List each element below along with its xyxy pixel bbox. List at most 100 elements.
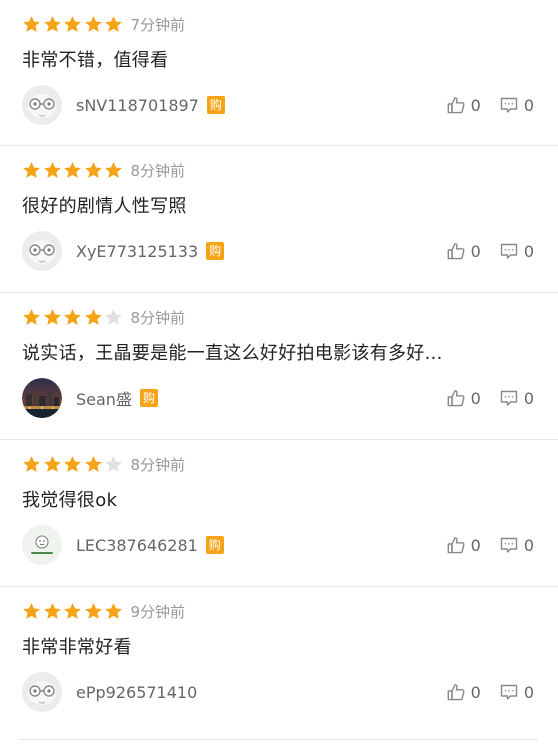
like-button[interactable]: 0 bbox=[446, 95, 481, 115]
like-count: 0 bbox=[470, 682, 481, 702]
review-item: 8分钟前 我觉得很ok LEC387646281 购 0 0 bbox=[0, 440, 558, 587]
star-filled-icon bbox=[64, 15, 81, 32]
star-rating: 7分钟前 bbox=[22, 14, 185, 34]
city-night-avatar-icon bbox=[22, 378, 62, 418]
username[interactable]: sNV118701897 bbox=[76, 96, 199, 115]
star-rating-stars bbox=[22, 161, 125, 180]
review-meta: ePp926571410 0 0 bbox=[22, 672, 534, 712]
comment-button[interactable]: 0 bbox=[499, 241, 534, 261]
comment-button[interactable]: 0 bbox=[499, 95, 534, 115]
like-button[interactable]: 0 bbox=[446, 682, 481, 702]
thumbs-up-icon bbox=[447, 537, 465, 554]
glasses-avatar-icon bbox=[22, 231, 62, 271]
star-filled-icon bbox=[23, 455, 40, 472]
star-rating: 9分钟前 bbox=[22, 601, 185, 621]
list-divider bbox=[20, 739, 538, 740]
avatar[interactable] bbox=[22, 231, 62, 271]
star-filled-icon bbox=[105, 602, 122, 619]
username[interactable]: Sean盛 bbox=[76, 386, 132, 410]
like-count: 0 bbox=[470, 535, 481, 555]
thumbs-up-icon bbox=[447, 390, 465, 407]
username[interactable]: ePp926571410 bbox=[76, 683, 197, 702]
glasses-avatar-icon bbox=[22, 672, 62, 712]
star-filled-icon bbox=[64, 161, 81, 178]
review-item: 8分钟前 说实话，王晶要是能一直这么好好拍电影该有多好... Sean盛 购 0 bbox=[0, 293, 558, 440]
avatar[interactable] bbox=[22, 85, 62, 125]
comment-icon bbox=[500, 97, 518, 113]
review-text: 非常不错，值得看 bbox=[22, 50, 169, 71]
review-time: 7分钟前 bbox=[130, 15, 186, 34]
star-filled-icon bbox=[84, 15, 102, 32]
review-time: 8分钟前 bbox=[130, 161, 186, 180]
review-item: 7分钟前 非常不错，值得看 sNV118701897 购 0 0 bbox=[0, 0, 558, 146]
purchase-badge: 购 bbox=[206, 96, 225, 114]
star-rating-stars bbox=[22, 308, 125, 327]
comment-icon bbox=[500, 684, 518, 700]
review-actions: 0 0 bbox=[428, 535, 534, 555]
star-filled-icon bbox=[64, 308, 81, 325]
star-filled-icon bbox=[105, 15, 122, 32]
review-actions: 0 0 bbox=[428, 388, 534, 408]
review-text: 说实话，王晶要是能一直这么好好拍电影该有多好... bbox=[22, 343, 443, 364]
review-meta: LEC387646281 购 0 0 bbox=[22, 525, 534, 565]
review-text: 非常非常好看 bbox=[22, 637, 132, 658]
review-text: 很好的剧情人性写照 bbox=[22, 196, 187, 217]
review-actions: 0 0 bbox=[428, 682, 534, 702]
avatar[interactable] bbox=[22, 672, 62, 712]
review-item: 9分钟前 非常非常好看 ePp926571410 0 0 bbox=[0, 587, 558, 734]
green-logo-avatar-icon bbox=[22, 525, 62, 565]
review-time: 8分钟前 bbox=[130, 455, 186, 474]
star-rating-stars bbox=[22, 602, 125, 621]
star-filled-icon bbox=[23, 308, 40, 325]
like-button[interactable]: 0 bbox=[446, 388, 481, 408]
review-item: 8分钟前 很好的剧情人性写照 XyE773125133 购 0 0 bbox=[0, 146, 558, 293]
comment-button[interactable]: 0 bbox=[499, 682, 534, 702]
comment-icon bbox=[500, 390, 518, 406]
star-rating: 8分钟前 bbox=[22, 160, 185, 180]
like-button[interactable]: 0 bbox=[446, 535, 481, 555]
star-empty-icon bbox=[105, 308, 122, 325]
review-meta: Sean盛 购 0 0 bbox=[22, 378, 534, 418]
like-count: 0 bbox=[470, 388, 481, 408]
review-time: 8分钟前 bbox=[130, 308, 186, 327]
username[interactable]: LEC387646281 bbox=[76, 536, 198, 555]
star-filled-icon bbox=[43, 308, 61, 325]
like-count: 0 bbox=[470, 241, 481, 261]
like-button[interactable]: 0 bbox=[446, 241, 481, 261]
comment-count: 0 bbox=[523, 682, 534, 702]
username[interactable]: XyE773125133 bbox=[76, 242, 198, 261]
glasses-avatar-icon bbox=[22, 85, 62, 125]
star-filled-icon bbox=[105, 161, 122, 178]
thumbs-up-icon bbox=[447, 243, 465, 260]
review-meta: XyE773125133 购 0 0 bbox=[22, 231, 534, 271]
comment-button[interactable]: 0 bbox=[499, 535, 534, 555]
review-list: 7分钟前 非常不错，值得看 sNV118701897 购 0 0 8分钟前 很好… bbox=[0, 0, 558, 734]
star-rating: 8分钟前 bbox=[22, 307, 185, 327]
star-filled-icon bbox=[43, 15, 61, 32]
comment-count: 0 bbox=[523, 388, 534, 408]
review-text: 我觉得很ok bbox=[22, 490, 118, 511]
purchase-badge: 购 bbox=[139, 389, 158, 407]
purchase-badge: 购 bbox=[206, 242, 225, 260]
thumbs-up-icon bbox=[447, 97, 465, 114]
review-meta: sNV118701897 购 0 0 bbox=[22, 85, 534, 125]
star-filled-icon bbox=[23, 15, 40, 32]
star-filled-icon bbox=[43, 455, 61, 472]
star-empty-icon bbox=[105, 455, 122, 472]
star-filled-icon bbox=[84, 602, 102, 619]
comment-icon bbox=[500, 537, 518, 553]
star-filled-icon bbox=[64, 602, 81, 619]
avatar[interactable] bbox=[22, 525, 62, 565]
star-rating-stars bbox=[22, 15, 125, 34]
review-actions: 0 0 bbox=[428, 241, 534, 261]
star-rating: 8分钟前 bbox=[22, 454, 185, 474]
star-filled-icon bbox=[43, 602, 61, 619]
like-count: 0 bbox=[470, 95, 481, 115]
avatar[interactable] bbox=[22, 378, 62, 418]
star-filled-icon bbox=[84, 161, 102, 178]
review-time: 9分钟前 bbox=[130, 602, 186, 621]
comment-button[interactable]: 0 bbox=[499, 388, 534, 408]
review-actions: 0 0 bbox=[428, 95, 534, 115]
comment-icon bbox=[500, 243, 518, 259]
star-filled-icon bbox=[23, 602, 40, 619]
